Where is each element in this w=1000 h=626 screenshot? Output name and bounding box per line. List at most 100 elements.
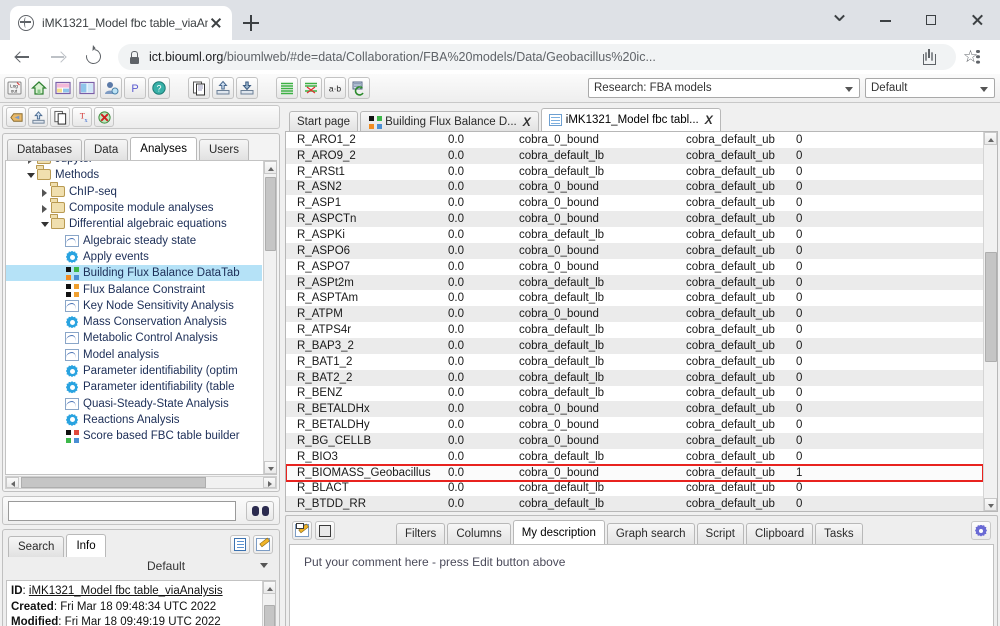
tab-users[interactable]: Users: [198, 139, 249, 160]
tree-item[interactable]: Model analysis: [6, 347, 262, 363]
document-tab[interactable]: iMK1321_Model fbc tabl... X: [540, 108, 721, 132]
tree-horizontal-scrollbar[interactable]: [5, 476, 277, 489]
info-vertical-scrollbar[interactable]: [262, 581, 275, 626]
browser-tab[interactable]: iMK1321_Model fbc table_viaAna: [10, 6, 232, 40]
scroll-down-button[interactable]: [264, 461, 276, 474]
upload-icon[interactable]: [28, 107, 48, 127]
new-tab-button[interactable]: [240, 12, 262, 34]
info-tab-search[interactable]: Search: [8, 536, 65, 557]
tree-item[interactable]: Building Flux Balance DataTab: [6, 265, 262, 282]
table-row[interactable]: R_ASPO6 0.0 cobra_0_bound cobra_default_ub 0: [286, 242, 983, 259]
tree-item[interactable]: Parameter identifiability (optim: [6, 363, 262, 379]
tree-scroll-region[interactable]: Jupyter Methods ChIP-seq Composite module a…: [5, 160, 277, 475]
table-row[interactable]: R_ASPt2m 0.0 cobra_default_lb cobra_default…: [286, 274, 983, 291]
scroll-down-button[interactable]: [984, 498, 997, 511]
close-icon[interactable]: [208, 15, 224, 31]
new-document-icon[interactable]: [188, 77, 210, 99]
logout-icon[interactable]: Log out: [4, 77, 26, 99]
scroll-thumb[interactable]: [264, 605, 275, 626]
tree-item[interactable]: Score based FBC table builder: [6, 428, 262, 444]
scroll-thumb[interactable]: [21, 477, 206, 488]
minimize-button[interactable]: [862, 0, 908, 40]
table-row[interactable]: R_BG_CELLB 0.0 cobra_0_bound cobra_default_…: [286, 433, 983, 449]
table-row[interactable]: R_ASPKi 0.0 cobra_default_lb cobra_default_…: [286, 227, 983, 243]
scroll-left-button[interactable]: [6, 477, 19, 488]
table-row[interactable]: R_ARO9_2 0.0 cobra_default_lb cobra_default…: [286, 147, 983, 164]
table-vertical-scrollbar[interactable]: [983, 132, 997, 511]
tab-data[interactable]: Data: [83, 139, 129, 160]
reload-button[interactable]: [80, 43, 108, 71]
edit-icon[interactable]: [253, 535, 273, 554]
settings-button[interactable]: [971, 521, 991, 540]
tab-analyses[interactable]: Analyses: [130, 137, 197, 160]
tree-item[interactable]: Mass Conservation Analysis: [6, 314, 262, 330]
ab-icon[interactable]: a·b: [324, 77, 346, 99]
scroll-thumb[interactable]: [985, 252, 997, 362]
layout-horizontal-icon[interactable]: [52, 77, 74, 99]
forward-button[interactable]: [44, 43, 72, 71]
tab-search-button[interactable]: [816, 0, 862, 40]
tree-item[interactable]: Key Node Sensitivity Analysis: [6, 298, 262, 314]
scroll-up-button[interactable]: [984, 132, 997, 145]
import-icon[interactable]: [236, 77, 258, 99]
maximize-button[interactable]: [908, 0, 954, 40]
perspective-select[interactable]: Default: [865, 78, 995, 98]
description-content[interactable]: Put your comment here - press Edit butto…: [289, 544, 994, 626]
bottom-tab-script[interactable]: Script: [696, 523, 744, 544]
layout-vertical-icon[interactable]: [76, 77, 98, 99]
tree-item[interactable]: Methods: [6, 167, 262, 183]
bottom-tab-my-description[interactable]: My description: [512, 520, 605, 544]
tree-item[interactable]: Differential algebraic equations: [6, 216, 262, 232]
table-row[interactable]: R_ASP1 0.0 cobra_0_bound cobra_default_ub 0: [286, 195, 983, 212]
bottom-tab-clipboard[interactable]: Clipboard: [745, 523, 814, 544]
info-id-value[interactable]: iMK1321_Model fbc table_viaAnalysis: [29, 585, 223, 597]
perspective-icon[interactable]: P: [124, 77, 146, 99]
table-row[interactable]: R_BENZ 0.0 cobra_default_lb cobra_default_u…: [286, 385, 983, 402]
browser-menu-button[interactable]: [964, 43, 992, 71]
bottom-tab-tasks[interactable]: Tasks: [815, 523, 863, 544]
table-row[interactable]: R_ASN2 0.0 cobra_0_bound cobra_default_ub 0: [286, 179, 983, 196]
search-input[interactable]: [8, 501, 236, 521]
table-row[interactable]: R_BAP3_2 0.0 cobra_default_lb cobra_default…: [286, 337, 983, 354]
home-icon[interactable]: [28, 77, 50, 99]
bottom-tab-columns[interactable]: Columns: [447, 523, 511, 544]
table-row[interactable]: R_ATPS4r 0.0 cobra_default_lb cobra_default…: [286, 322, 983, 338]
tree-item[interactable]: Composite module analyses: [6, 200, 262, 216]
document-tab[interactable]: Building Flux Balance D... X: [360, 111, 539, 131]
table-row[interactable]: R_ARO1_2 0.0 cobra_0_bound cobra_default_ub…: [286, 132, 983, 148]
user-icon[interactable]: [100, 77, 122, 99]
help-icon[interactable]: ?: [148, 77, 170, 99]
table-row[interactable]: R_BTDD_RR 0.0 cobra_default_lb cobra_defaul…: [286, 496, 983, 511]
research-select[interactable]: Research: FBA models: [588, 78, 860, 98]
tree-item[interactable]: Parameter identifiability (table: [6, 379, 262, 395]
list-icon[interactable]: [276, 77, 298, 99]
table-row[interactable]: R_ASPCTn 0.0 cobra_0_bound cobra_default_ub…: [286, 211, 983, 228]
table-row[interactable]: R_BAT1_2 0.0 cobra_default_lb cobra_default…: [286, 353, 983, 370]
chevron-down-icon[interactable]: [26, 167, 37, 183]
table-scroll-region[interactable]: R_ARO1_2 0.0 cobra_0_bound cobra_default_ub…: [286, 132, 983, 511]
tree-item[interactable]: ChIP-seq: [6, 184, 262, 200]
tree-item[interactable]: Reactions Analysis: [6, 412, 262, 428]
close-icon[interactable]: X: [705, 109, 713, 132]
tree-item[interactable]: Metabolic Control Analysis: [6, 330, 262, 346]
filter-icon[interactable]: [300, 77, 322, 99]
table-row[interactable]: R_ARSt1 0.0 cobra_default_lb cobra_default_…: [286, 163, 983, 180]
tree-item[interactable]: Algebraic steady state: [6, 232, 262, 248]
close-icon[interactable]: X: [523, 112, 531, 132]
scroll-thumb[interactable]: [265, 177, 276, 251]
save-icon[interactable]: [315, 521, 335, 540]
document-icon[interactable]: [230, 535, 250, 554]
table-row[interactable]: R_BETALDHx 0.0 cobra_0_bound cobra_default_…: [286, 401, 983, 418]
tree-item[interactable]: Jupyter: [6, 161, 262, 167]
table-row[interactable]: R_ATPM 0.0 cobra_0_bound cobra_default_ub 0: [286, 306, 983, 323]
rename-icon[interactable]: Tx: [72, 107, 92, 127]
table-row[interactable]: R_BLACT 0.0 cobra_default_lb cobra_default_…: [286, 480, 983, 497]
export-icon[interactable]: [212, 77, 234, 99]
back-button[interactable]: [8, 43, 36, 71]
delete-icon[interactable]: [94, 107, 114, 127]
table-row[interactable]: R_BAT2_2 0.0 cobra_default_lb cobra_default…: [286, 369, 983, 386]
bottom-tab-graph-search[interactable]: Graph search: [606, 523, 695, 544]
bottom-tab-filters[interactable]: Filters: [396, 523, 446, 544]
share-icon[interactable]: [922, 48, 940, 66]
tree-vertical-scrollbar[interactable]: [263, 161, 276, 474]
